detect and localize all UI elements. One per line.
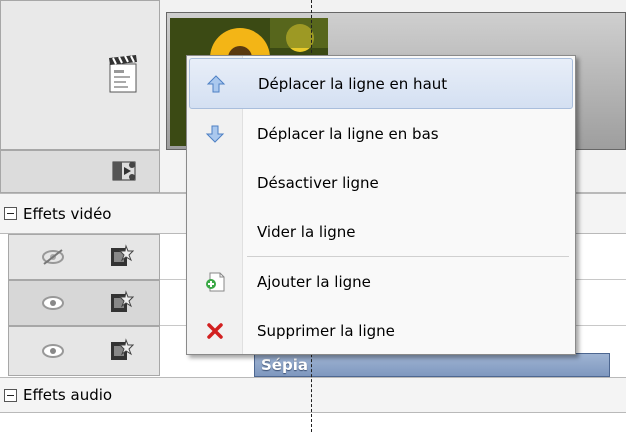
visibility-off-icon[interactable] <box>38 244 68 270</box>
effect-icon[interactable] <box>106 242 136 272</box>
clapperboard-icon <box>106 54 142 94</box>
effect-row-2-header <box>8 280 160 326</box>
sepia-clip-label: Sépia <box>261 356 308 374</box>
context-menu: Déplacer la ligne en haut Déplacer la li… <box>186 55 576 355</box>
effect-icon[interactable] <box>106 336 136 366</box>
menu-item-label: Vider la ligne <box>257 222 356 241</box>
menu-item-add-line[interactable]: Ajouter la ligne <box>189 257 573 306</box>
audio-effects-section[interactable]: Effets audio <box>0 377 626 413</box>
video-effects-label: Effets vidéo <box>23 204 112 223</box>
collapse-icon[interactable] <box>4 388 17 402</box>
visibility-icon[interactable] <box>38 338 68 364</box>
add-line-icon <box>189 271 241 293</box>
transition-icon[interactable] <box>111 158 137 184</box>
visibility-icon[interactable] <box>38 290 68 316</box>
sepia-effect-clip[interactable]: Sépia <box>254 353 610 377</box>
audio-lane[interactable] <box>0 413 626 432</box>
menu-item-label: Déplacer la ligne en bas <box>257 124 439 143</box>
menu-item-label: Déplacer la ligne en haut <box>258 74 448 93</box>
menu-item-disable-line[interactable]: Désactiver ligne <box>189 158 573 207</box>
menu-item-label: Ajouter la ligne <box>257 272 371 291</box>
audio-effects-label: Effets audio <box>23 386 113 404</box>
collapse-icon[interactable] <box>4 207 17 220</box>
menu-item-move-down[interactable]: Déplacer la ligne en bas <box>189 109 573 158</box>
menu-item-clear-line[interactable]: Vider la ligne <box>189 207 573 256</box>
menu-item-move-up[interactable]: Déplacer la ligne en haut <box>189 58 573 109</box>
arrow-down-icon <box>189 124 241 144</box>
delete-icon <box>189 322 241 340</box>
menu-item-label: Supprimer la ligne <box>257 321 395 340</box>
menu-item-delete-line[interactable]: Supprimer la ligne <box>189 306 573 355</box>
effect-icon[interactable] <box>106 288 136 318</box>
menu-item-label: Désactiver ligne <box>257 173 379 192</box>
effect-row-3-header <box>8 326 160 376</box>
arrow-up-icon <box>190 74 242 94</box>
effect-row-1-header <box>8 234 160 280</box>
